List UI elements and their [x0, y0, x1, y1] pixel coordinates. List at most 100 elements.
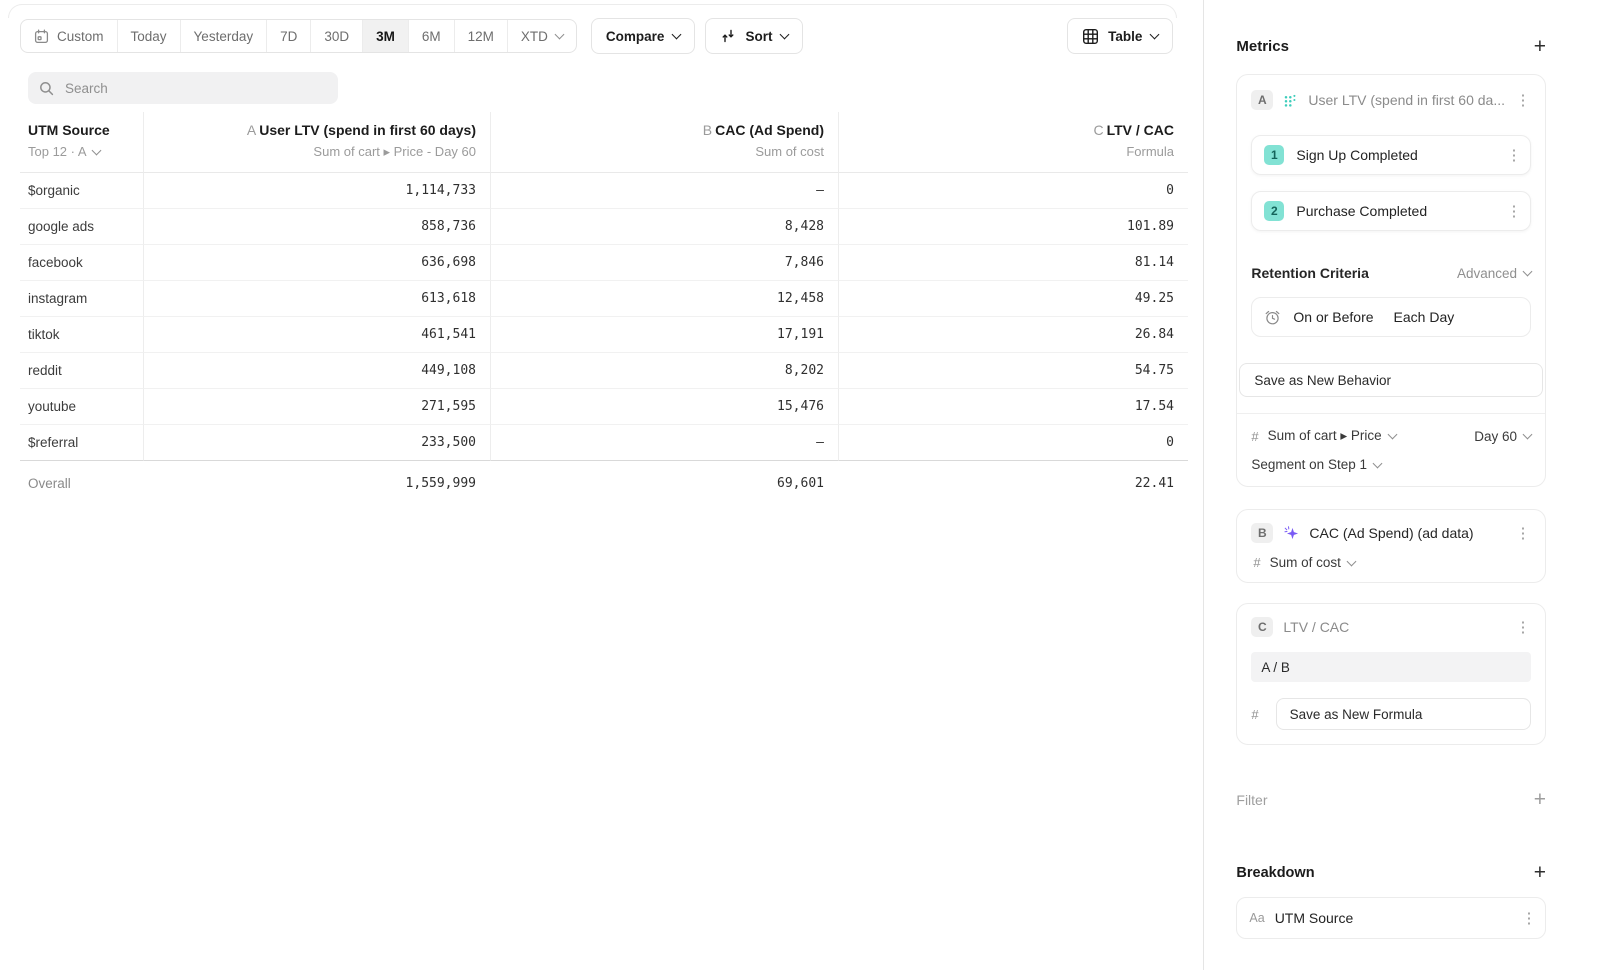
series-letter: A: [247, 122, 256, 138]
sort-label: Sort: [745, 29, 772, 44]
retention-criteria-row: Retention Criteria Advanced: [1251, 265, 1531, 281]
overall-ratio-value: 22.41: [838, 461, 1188, 506]
ad-sparkle-icon: [1283, 525, 1299, 541]
ratio-value: 81.14: [838, 245, 1188, 281]
date-range-7d[interactable]: 7D: [267, 20, 311, 52]
add-metric-icon[interactable]: [1534, 36, 1546, 57]
row-label[interactable]: facebook: [20, 245, 143, 281]
column-header-ltv[interactable]: AUser LTV (spend in first 60 days) Sum o…: [143, 112, 490, 173]
chevron-down-icon: [780, 30, 790, 40]
retention-mode-dropdown[interactable]: Advanced: [1457, 266, 1531, 281]
column-header-cac[interactable]: BCAC (Ad Spend) Sum of cost: [490, 112, 838, 173]
chevron-down-icon: [1373, 458, 1383, 468]
metric-a-header: A User LTV (spend in first 60 da...: [1251, 87, 1531, 113]
segment-label: Segment on Step 1: [1251, 457, 1367, 472]
add-filter-icon[interactable]: [1534, 789, 1546, 810]
overall-label: Overall: [20, 461, 143, 506]
cac-value: 7,846: [490, 245, 838, 281]
kebab-menu-icon[interactable]: [1515, 618, 1531, 636]
date-range-yesterday[interactable]: Yesterday: [181, 20, 268, 52]
chevron-down-icon: [672, 30, 682, 40]
breakdown-title: Breakdown: [1236, 865, 1314, 881]
column-title: UTM Source: [28, 122, 129, 138]
filter-title: Filter: [1236, 792, 1267, 808]
window-dropdown[interactable]: Day 60: [1474, 429, 1531, 444]
kebab-menu-icon[interactable]: [1506, 146, 1522, 164]
column-title: CLTV / CAC: [839, 122, 1174, 138]
ratio-value: 49.25: [838, 281, 1188, 317]
breakdown-item-utm-source[interactable]: Aa UTM Source: [1236, 897, 1546, 939]
breakdown-item-label: UTM Source: [1275, 910, 1511, 926]
row-label[interactable]: youtube: [20, 389, 143, 425]
save-behavior-label: Save as New Behavior: [1254, 373, 1391, 388]
segment-row: Segment on Step 1: [1251, 457, 1531, 472]
ltv-value: 613,618: [143, 281, 490, 317]
metric-card-a: A User LTV (spend in first 60 da... 1 Si…: [1236, 74, 1546, 487]
kebab-menu-icon[interactable]: [1506, 202, 1522, 220]
segment-dropdown[interactable]: Segment on Step 1: [1251, 457, 1381, 472]
date-range-3m-selected[interactable]: 3M: [363, 20, 409, 52]
series-badge-c: C: [1251, 617, 1273, 637]
step-event-label: Purchase Completed: [1296, 203, 1494, 219]
behavior-step-2[interactable]: 2 Purchase Completed: [1251, 191, 1531, 231]
row-label[interactable]: instagram: [20, 281, 143, 317]
compare-button[interactable]: Compare: [591, 18, 696, 54]
measure-dropdown[interactable]: Sum of cart ▸ Price: [1268, 428, 1396, 444]
date-range-label: 12M: [468, 29, 494, 44]
save-as-new-behavior-button[interactable]: Save as New Behavior: [1239, 363, 1543, 397]
date-range-xtd[interactable]: XTD: [508, 20, 576, 52]
cac-value: 17,191: [490, 317, 838, 353]
ltv-value: 233,500: [143, 425, 490, 461]
cac-value: –: [490, 425, 838, 461]
row-label[interactable]: reddit: [20, 353, 143, 389]
column-header-ratio[interactable]: CLTV / CAC Formula: [838, 112, 1188, 173]
column-header-utm-source[interactable]: UTM Source Top 12 · A: [20, 112, 143, 173]
timing-value-label[interactable]: Each Day: [1394, 309, 1455, 325]
sort-button[interactable]: Sort: [705, 18, 803, 54]
metric-card-c: C LTV / CAC A / B # Save as New Formula: [1236, 603, 1546, 745]
kebab-menu-icon[interactable]: [1515, 524, 1531, 542]
metric-c-title[interactable]: LTV / CAC: [1283, 619, 1505, 635]
formula-input[interactable]: A / B: [1251, 652, 1531, 682]
measure-label: Sum of cost: [1270, 555, 1341, 570]
date-range-12m[interactable]: 12M: [455, 20, 508, 52]
metric-b-title[interactable]: CAC (Ad Spend) (ad data): [1309, 525, 1505, 541]
overall-ltv-value: 1,559,999: [143, 461, 490, 506]
date-range-30d[interactable]: 30D: [311, 20, 363, 52]
row-label[interactable]: $referral: [20, 425, 143, 461]
kebab-menu-icon[interactable]: [1521, 909, 1537, 927]
ltv-value: 858,736: [143, 209, 490, 245]
row-label[interactable]: google ads: [20, 209, 143, 245]
column-subtitle: Sum of cart ▸ Price - Day 60: [144, 144, 476, 160]
timing-condition-label[interactable]: On or Before: [1293, 309, 1373, 325]
date-range-today[interactable]: Today: [118, 20, 181, 52]
save-as-new-formula-button[interactable]: Save as New Formula: [1276, 698, 1531, 730]
measurement-row: # Sum of cost: [1251, 555, 1531, 570]
alarm-clock-icon: [1264, 309, 1281, 326]
add-breakdown-icon[interactable]: [1534, 862, 1546, 883]
search-icon: [39, 81, 54, 96]
row-label[interactable]: tiktok: [20, 317, 143, 353]
measure-dropdown[interactable]: Sum of cost: [1270, 555, 1355, 570]
metric-a-title[interactable]: User LTV (spend in first 60 da...: [1308, 92, 1505, 108]
column-title: AUser LTV (spend in first 60 days): [144, 122, 476, 138]
behavior-dots-icon: [1283, 93, 1298, 108]
row-limit-dropdown[interactable]: Top 12 · A: [28, 144, 129, 159]
column-subtitle: Formula: [839, 144, 1174, 159]
behavior-step-1[interactable]: 1 Sign Up Completed: [1251, 135, 1531, 175]
view-type-button[interactable]: Table: [1067, 18, 1173, 54]
column-title: BCAC (Ad Spend): [491, 122, 824, 138]
retention-timing-card[interactable]: On or Before Each Day: [1251, 297, 1531, 337]
kebab-menu-icon[interactable]: [1515, 91, 1531, 109]
main-panel: Custom Today Yesterday 7D 30D 3M 6M 12M …: [0, 0, 1204, 970]
date-range-6m[interactable]: 6M: [409, 20, 455, 52]
row-label[interactable]: $organic: [20, 173, 143, 209]
search-input[interactable]: [63, 80, 327, 97]
date-range-custom[interactable]: Custom: [21, 20, 118, 52]
cac-value: 12,458: [490, 281, 838, 317]
metric-card-b: B CAC (Ad Spend) (ad data) # Sum of cost: [1236, 509, 1546, 583]
step-number-badge: 2: [1264, 201, 1284, 221]
window-label: Day 60: [1474, 429, 1517, 444]
column-title-text: User LTV (spend in first 60 days): [259, 122, 476, 138]
date-range-label: XTD: [521, 29, 548, 44]
